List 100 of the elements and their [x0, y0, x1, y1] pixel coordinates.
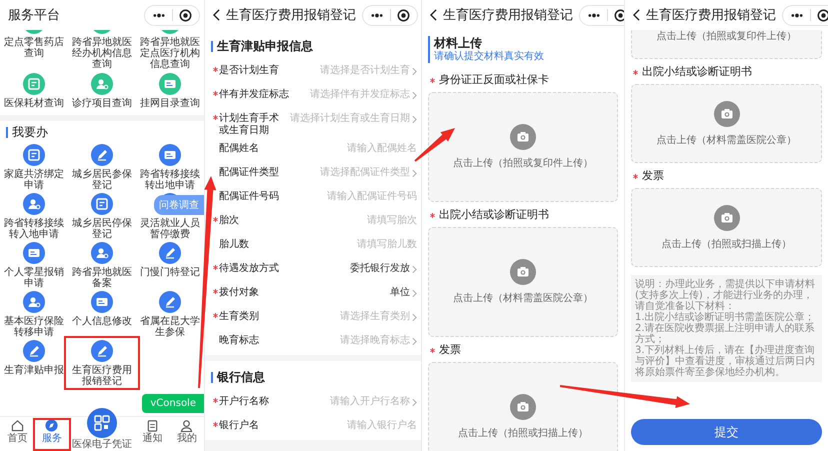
service-tile[interactable]: 个人信息修改	[68, 291, 136, 338]
input-field[interactable]: 请填写胎儿数	[307, 233, 417, 250]
tab-item[interactable]: 我的	[170, 417, 204, 451]
more-icon[interactable]	[790, 12, 804, 18]
service-icon	[23, 340, 45, 362]
field-label: 银行户名	[219, 420, 259, 432]
highlight-frame	[33, 418, 71, 451]
upload-area[interactable]: 点击上传（拍照或扫描上传）	[631, 188, 822, 267]
field-label: 是否计划生育	[219, 65, 279, 77]
service-tile[interactable]: 跨省转移接续转出地申请	[136, 144, 204, 191]
page-title: 服务平台	[8, 7, 61, 24]
service-tile[interactable]: 城乡居民参保登记	[68, 144, 136, 191]
select-field[interactable]: 单位	[390, 281, 417, 299]
service-tile[interactable]: 门慢门特登记	[136, 242, 204, 289]
section-title: 我要办	[12, 124, 48, 141]
service-tile[interactable]: 生育医疗费用报销登记	[68, 340, 136, 387]
service-tile[interactable]: 诊疗项目查询	[68, 73, 136, 109]
field-label: 伴有并发症标志	[219, 89, 289, 101]
service-icon	[159, 242, 181, 264]
service-icon	[23, 144, 45, 166]
section-title: 银行信息	[217, 369, 265, 386]
input-field[interactable]: 请输入配偶证件号码	[307, 185, 417, 202]
upload-area[interactable]: 点击上传（拍照或复印件上传）	[428, 92, 618, 202]
section-hint: 请确认提交材料真实有效	[434, 51, 545, 63]
circle-dot-icon[interactable]	[179, 8, 192, 22]
chevron-right-icon	[412, 114, 417, 124]
service-icon	[91, 73, 113, 95]
more-icon[interactable]	[587, 12, 601, 18]
field-label: 计划生育手术或生育日期	[219, 113, 280, 137]
field-label: 胎儿数	[219, 239, 249, 251]
more-icon[interactable]	[370, 12, 384, 18]
tab-item[interactable]: 通知	[135, 417, 170, 451]
input-field[interactable]: 请输入银行户名	[307, 414, 417, 431]
service-icon	[91, 340, 113, 362]
upload-area[interactable]: 点击上传（拍照或复印件上传）	[631, 30, 822, 59]
service-tile[interactable]: 城乡居民停保登记	[68, 193, 136, 240]
camera-icon	[510, 124, 536, 150]
tab-item[interactable]: 医保电子凭证	[69, 402, 135, 451]
service-icon	[23, 73, 45, 95]
field-label: 配偶姓名	[219, 143, 259, 155]
service-icon	[23, 291, 45, 313]
field-label: 配偶证件类型	[219, 167, 279, 179]
service-tile[interactable]: 生育津贴申报	[0, 340, 68, 387]
more-icon[interactable]	[152, 12, 166, 18]
input-field[interactable]: 请填写胎次	[307, 209, 417, 226]
service-tile[interactable]: 个人零星报销申请	[0, 242, 68, 289]
service-tile[interactable]: 跨省异地就医经办机构信息查询	[68, 30, 136, 70]
service-icon	[91, 242, 113, 264]
upload-area[interactable]: 点击上传（拍照或扫描上传）	[428, 362, 618, 451]
chevron-right-icon	[412, 264, 417, 274]
chevron-right-icon	[412, 312, 417, 322]
chevron-right-icon	[412, 66, 417, 76]
chevron-right-icon	[412, 90, 417, 100]
upload-area[interactable]: 点击上传（材料需盖医院公章）	[428, 227, 618, 337]
camera-icon	[510, 394, 536, 420]
page-title: 生育医疗费用报销登记	[443, 6, 573, 24]
person-icon	[180, 419, 194, 432]
page-title: 生育医疗费用报销登记	[226, 6, 356, 24]
field-label: 胎次	[219, 215, 239, 227]
upload-label: 身份证正反面或社保卡	[439, 72, 549, 87]
tab-item[interactable]: 服务	[34, 417, 69, 451]
service-tile[interactable]: 家庭共济绑定申请	[0, 144, 68, 191]
submit-button[interactable]: 提交	[631, 419, 822, 445]
service-tile[interactable]: 跨省转移接续转入地申请	[0, 193, 68, 240]
notes-text: 说明：办理此业务，需提供以下申请材料(支持多次上传)，才能进行业务的办理，请自觉准备以下材料： 1.出院小结或诊断证明书需盖医院公章； 2.请在医院收费票据上注明申请人的联系方式； 3.下列材料上传后，请在【办理进度查询与评价】中查看进度，审核通过后两日内将原始票件寄至参保地经办机构。	[631, 275, 822, 382]
service-icon	[159, 291, 181, 313]
upload-label: 出院小结或诊断证明书	[642, 64, 752, 79]
annotation-arrow	[414, 128, 455, 162]
circle-dot-icon[interactable]	[397, 8, 410, 22]
tab-item[interactable]: 首页	[0, 417, 34, 451]
chevron-right-icon	[412, 336, 417, 346]
home-icon	[10, 419, 24, 432]
service-tile[interactable]: 跨省异地就医备案	[68, 242, 136, 289]
field-label: 配偶证件号码	[219, 191, 279, 203]
select-field[interactable]: 委托银行发放	[350, 257, 417, 275]
service-icon	[23, 242, 45, 264]
upload-label: 发票	[439, 342, 461, 357]
field-label: 生育类别	[219, 311, 259, 323]
back-icon[interactable]	[213, 9, 220, 21]
camera-icon	[714, 204, 740, 230]
upload-label: 发票	[642, 168, 664, 183]
field-label: 晚育标志	[219, 335, 259, 347]
service-icon	[91, 291, 113, 313]
service-tile[interactable]: 医保耗材查询	[0, 73, 68, 109]
section-title: 生育津贴申报信息	[217, 38, 313, 55]
chevron-right-icon	[412, 398, 417, 406]
page-title: 生育医疗费用报销登记	[646, 6, 776, 24]
upload-area[interactable]: 点击上传（材料需盖医院公章）	[631, 84, 822, 163]
service-tile[interactable]: 定点零售药店查询	[0, 30, 68, 70]
back-icon[interactable]	[430, 9, 437, 21]
service-icon	[91, 193, 113, 215]
service-tile[interactable]: 基本医疗保险转移申请	[0, 291, 68, 338]
back-icon[interactable]	[633, 9, 640, 21]
service-tile[interactable]: 挂网目录查询	[136, 73, 204, 109]
input-field[interactable]: 请输入配偶姓名	[307, 137, 417, 154]
service-tile[interactable]: 省属在昆大学生参保	[136, 291, 204, 338]
field-label: 拨付对象	[219, 287, 259, 299]
chevron-right-icon	[412, 288, 417, 298]
service-tile[interactable]: 跨省异地就医定点医疗机构信息查询	[136, 30, 204, 70]
compass-icon	[45, 419, 58, 432]
